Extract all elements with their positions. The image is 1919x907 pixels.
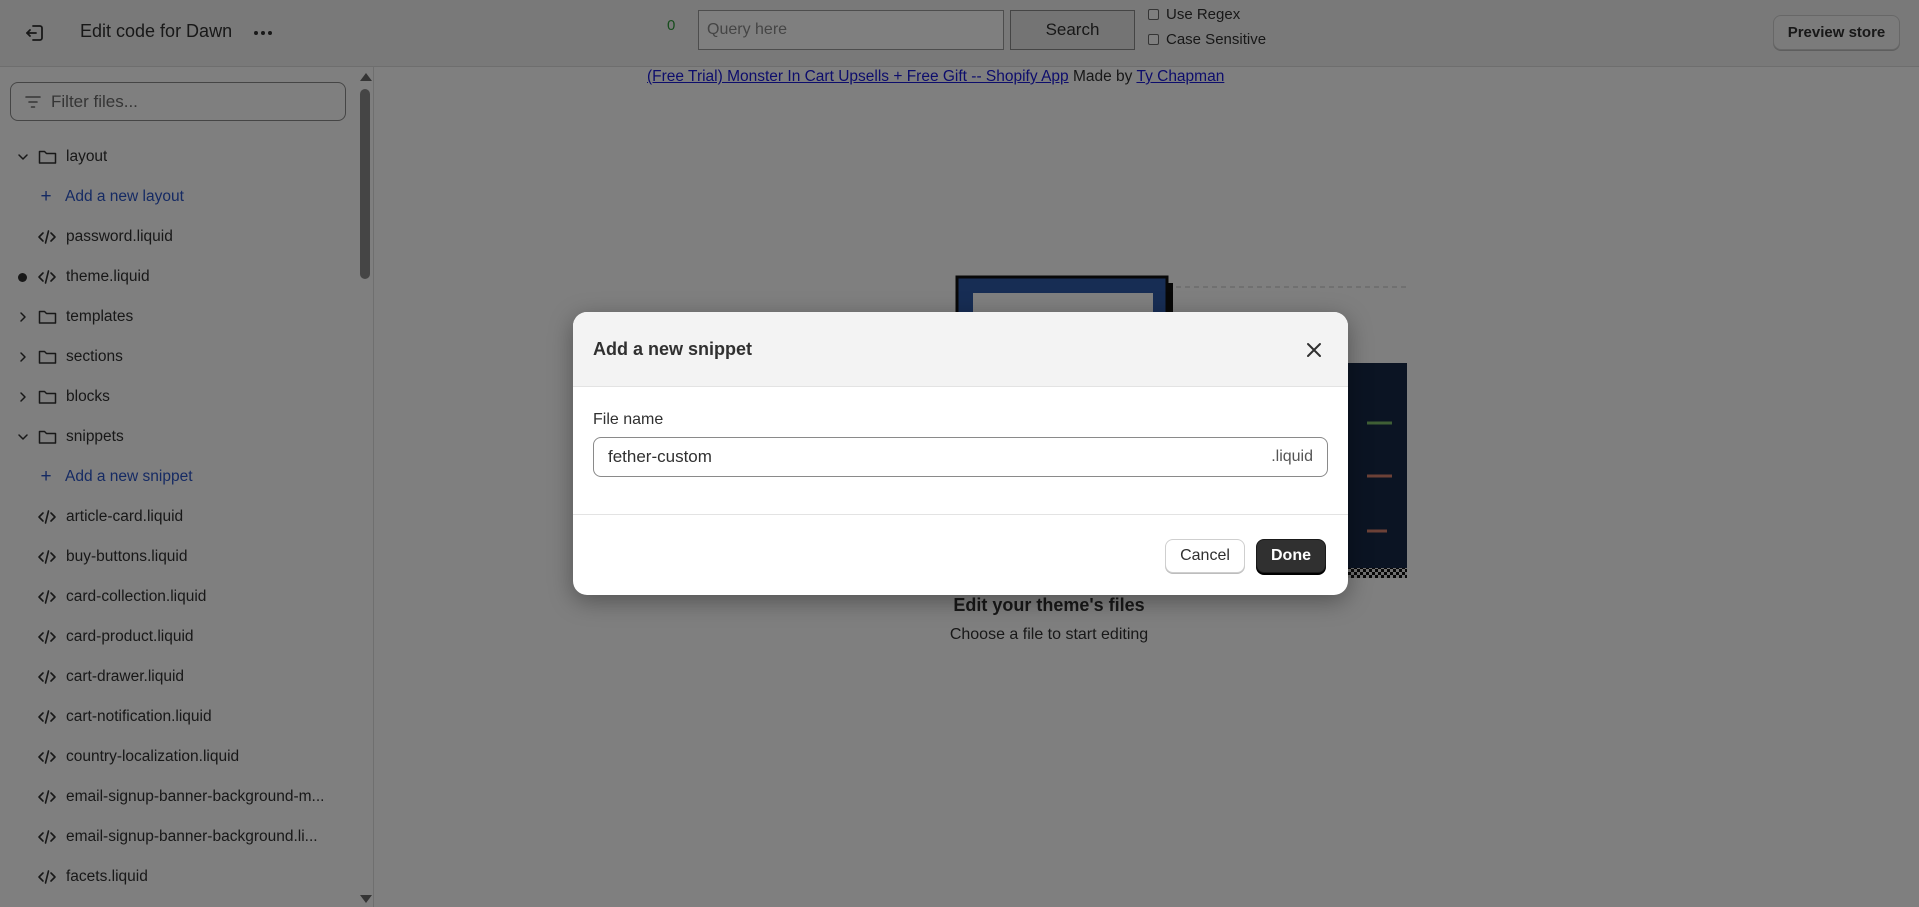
add-snippet-dialog: Add a new snippet File name .liquid Canc… [573,312,1348,595]
dialog-body: File name .liquid [573,387,1348,515]
close-icon [1307,343,1321,357]
file-name-field[interactable]: .liquid [593,437,1328,477]
dialog-header: Add a new snippet [573,312,1348,387]
file-name-input[interactable] [594,447,1272,467]
cancel-button[interactable]: Cancel [1165,539,1245,573]
dialog-footer: Cancel Done [573,515,1348,595]
file-name-label: File name [593,411,664,428]
dialog-close-button[interactable] [1301,337,1327,363]
dialog-title: Add a new snippet [593,339,753,359]
done-button[interactable]: Done [1256,539,1326,573]
file-extension-suffix: .liquid [1271,448,1313,465]
